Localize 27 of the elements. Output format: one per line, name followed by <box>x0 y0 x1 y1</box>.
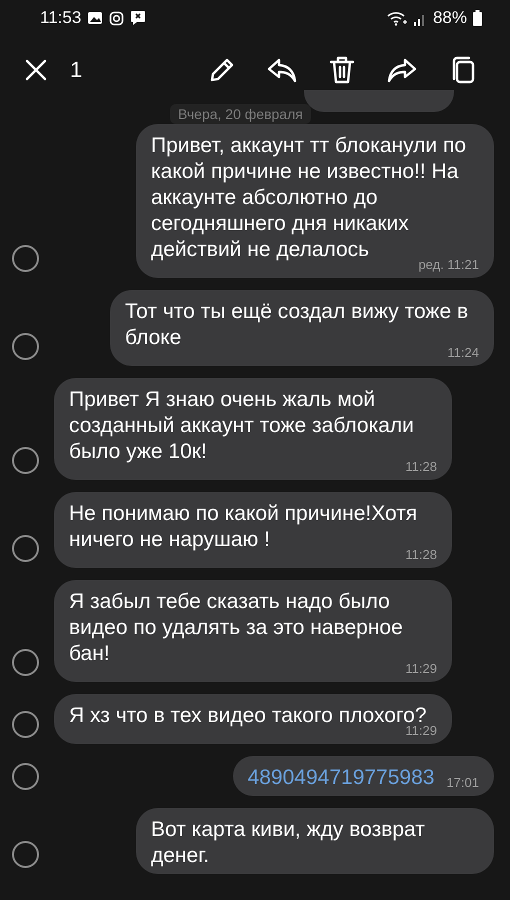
select-checkbox[interactable] <box>12 333 39 360</box>
select-checkbox[interactable] <box>12 711 39 738</box>
gallery-icon <box>87 11 104 25</box>
select-checkbox[interactable] <box>12 649 39 676</box>
select-checkbox[interactable] <box>12 447 39 474</box>
forward-icon <box>386 57 418 83</box>
select-checkbox[interactable] <box>12 245 39 272</box>
message-text: Вот карта киви, жду возврат денег. <box>151 817 426 869</box>
battery-icon <box>473 10 482 26</box>
wifi-icon <box>386 10 407 26</box>
message-icon <box>130 10 146 26</box>
select-checkbox[interactable] <box>12 841 39 868</box>
reply-icon <box>266 57 298 83</box>
close-icon[interactable] <box>24 58 48 82</box>
date-label: Вчера, 20 февраля <box>170 104 311 124</box>
message-time: 17:01 <box>446 775 479 791</box>
select-checkbox[interactable] <box>12 763 39 790</box>
battery-percentage: 88% <box>432 8 467 28</box>
camera-icon <box>109 10 124 26</box>
message-time: 11:29 <box>405 661 437 677</box>
message-text: Я забыл тебе сказать надо было видео по удалять за это наверное бан! <box>69 589 404 667</box>
pencil-icon <box>208 56 236 84</box>
card-number-link[interactable]: 4890494719775983 <box>248 765 434 791</box>
status-time: 11:53 <box>40 8 82 28</box>
selected-count: 1 <box>70 57 84 83</box>
trash-icon <box>328 55 356 85</box>
select-checkbox[interactable] <box>12 535 39 562</box>
